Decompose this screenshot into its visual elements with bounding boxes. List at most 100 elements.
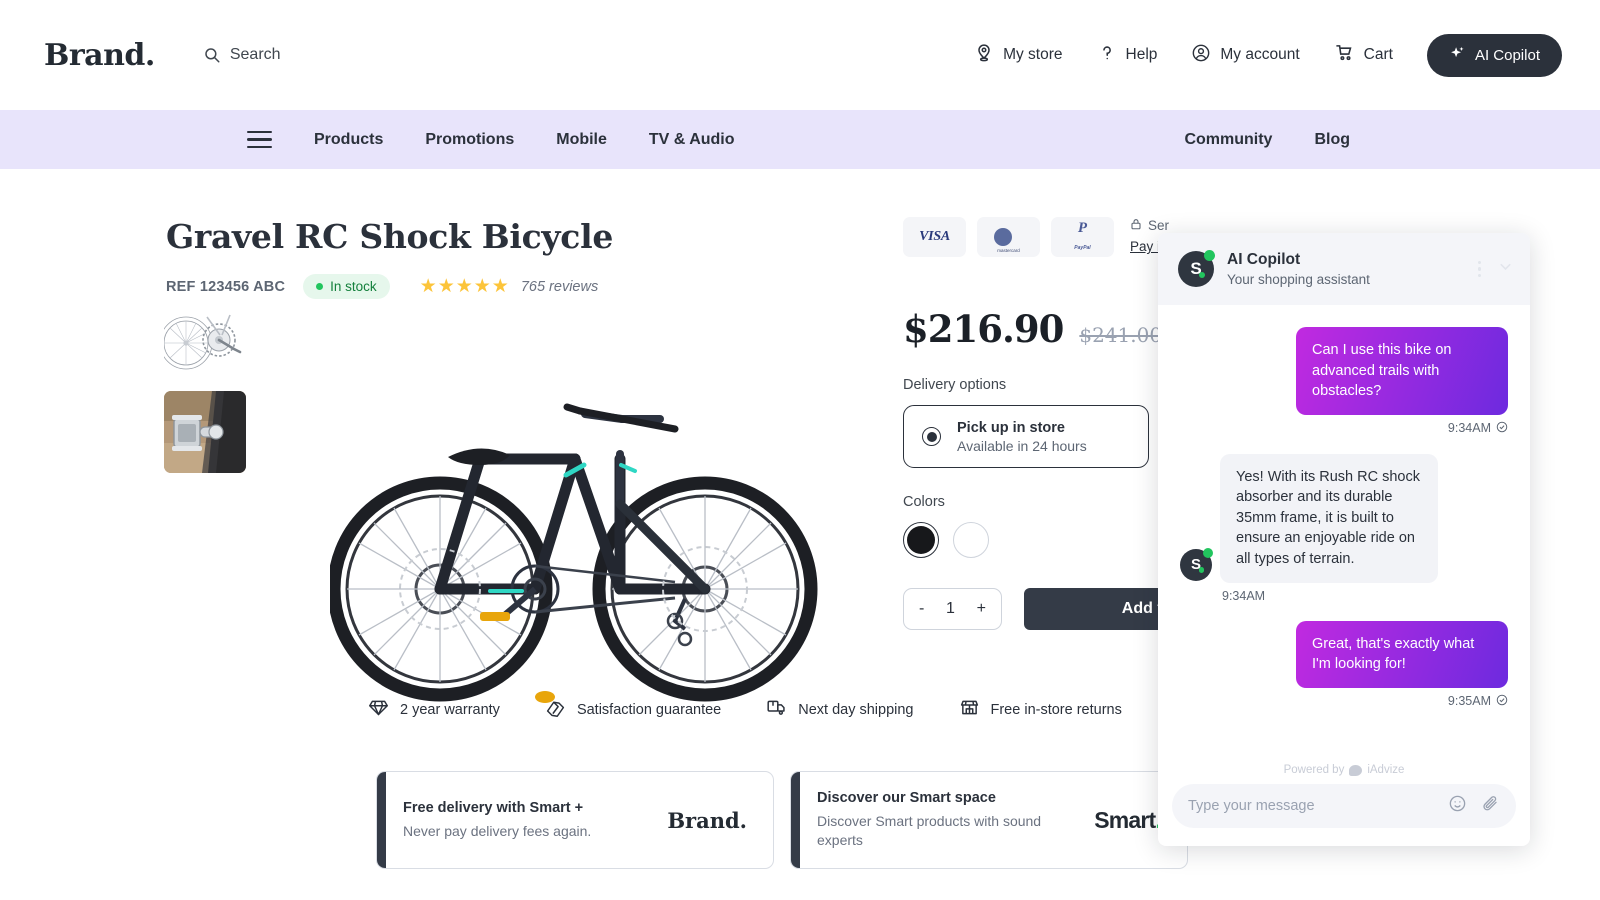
delivery-option-pickup[interactable]: Pick up in store Available in 24 hours [903,405,1149,468]
header-link-my-account[interactable]: My account [1191,43,1300,68]
status-badge-label: In stock [330,279,377,294]
nav-item-blog[interactable]: Blog [1314,131,1350,149]
chat-input-placeholder: Type your message [1188,798,1315,814]
sparkle-icon [1449,45,1466,66]
thumbnail-pedal[interactable] [164,391,246,473]
ai-copilot-button[interactable]: AI Copilot [1426,33,1562,77]
nav-item-products[interactable]: Products [314,131,383,149]
promo-brand-name: Smart [1094,806,1156,833]
quantity-increase-button[interactable]: + [977,600,986,618]
chevron-down-icon[interactable] [1497,258,1514,280]
feature-warranty: 2 year warranty [368,697,500,722]
header-link-label: Help [1125,46,1158,63]
chat-bubble: Great, that's exactly what I'm looking f… [1296,620,1508,688]
thumbnail-drivetrain[interactable] [164,309,246,377]
header-link-label: My account [1220,46,1300,63]
chat-bubble: Can I use this bike on advanced trails w… [1296,327,1508,415]
hamburger-menu-icon[interactable] [247,130,272,149]
nav-item-tv-audio[interactable]: TV & Audio [649,131,735,149]
secure-payment-label: Ser [1148,218,1170,233]
quantity-decrease-button[interactable]: - [919,600,924,618]
delivery-option-subtitle: Available in 24 hours [957,437,1087,454]
ai-copilot-label: AI Copilot [1474,46,1540,64]
question-mark-icon [1097,43,1117,68]
read-receipt-icon [1496,421,1508,436]
read-receipt-icon [1496,694,1508,709]
chat-timestamp-label: 9:34AM [1222,588,1266,603]
online-dot-icon [1204,250,1215,261]
promo-brand-logo: Brand. [667,807,747,833]
nav-item-community[interactable]: Community [1184,131,1272,149]
nav-item-promotions[interactable]: Promotions [425,131,514,149]
page-title: Gravel RC Shock Bicycle [166,217,614,256]
chat-subtitle: Your shopping assistant [1227,272,1370,287]
header-link-label: Cart [1363,46,1393,63]
delivery-option-title: Pick up in store [957,419,1065,436]
thumbs-up-icon [545,697,566,722]
rating[interactable]: ★★★★★ 765 reviews [420,275,599,298]
location-pin-icon [974,43,994,68]
header-link-help[interactable]: Help [1097,43,1158,68]
online-dot-icon [1203,547,1213,558]
chat-timestamp: 9:35AM [1180,694,1508,709]
powered-by: Powered by iAdvize [1158,764,1530,784]
header-link-label: My store [1003,46,1063,63]
chat-input-area: Type your message [1158,784,1530,846]
avatar: S [1180,547,1213,581]
search-icon [203,46,221,64]
current-price: $216.90 [903,307,1064,351]
paypal-label: PayPal [1074,244,1091,251]
quantity-stepper[interactable]: - 1 + [903,588,1002,630]
emoji-icon[interactable] [1448,794,1467,818]
diamond-icon [368,697,389,722]
site-header: Brand. Search My store Help My account C… [0,0,1600,110]
feature-satisfaction: Satisfaction guarantee [545,697,721,722]
storefront-icon [959,697,980,722]
feature-label: Satisfaction guarantee [576,701,722,718]
nav-item-mobile[interactable]: Mobile [556,131,607,149]
chat-bubble: Yes! With its Rush RC shock absorber and… [1220,453,1438,583]
avatar: S [1178,250,1215,287]
product-reference: REF 123456 ABC [166,278,286,295]
chat-message-bot: S Yes! With its Rush RC shock absorber a… [1180,453,1508,583]
feature-label: Free in-store returns [990,701,1122,718]
header-link-my-store[interactable]: My store [974,43,1063,68]
chat-menu-icon[interactable] [1477,260,1481,278]
promo-card-smart-space[interactable]: Discover our Smart space Discover Smart … [790,771,1188,869]
header-actions: My store Help My account Cart AI Copilot [974,33,1562,77]
chat-timestamp: 9:34AM [1222,589,1508,603]
brand-logo[interactable]: Brand. [44,38,155,73]
nav-links: Products Promotions Mobile TV & Audio [314,131,735,149]
original-price: $241.00 [1079,323,1163,347]
nav-links-secondary: Community Blog [1184,131,1350,149]
chat-timestamp-label: 9:34AM [1447,421,1491,436]
chat-message-input[interactable]: Type your message [1172,784,1516,828]
promo-accent-bar [377,772,386,868]
accent-dot-icon [1198,567,1204,573]
header-link-cart[interactable]: Cart [1334,42,1393,68]
user-circle-icon [1191,43,1211,68]
product-image[interactable] [327,299,830,729]
promo-card-smart-delivery[interactable]: Free delivery with Smart + Never pay del… [376,771,774,869]
feature-returns: Free in-store returns [959,697,1122,722]
promo-title: Free delivery with Smart + [403,799,584,816]
mastercard-label: mastercard [997,248,1020,253]
visa-label: VISA [919,229,950,244]
feature-label: Next day shipping [798,701,914,718]
product-meta: REF 123456 ABC In stock ★★★★★ 765 review… [166,274,598,299]
color-swatch-black[interactable] [903,522,939,558]
payment-methods: VISA mastercard P PayPal [903,217,1114,257]
chat-timestamp-label: 9:35AM [1447,694,1491,709]
status-badge: In stock [303,274,390,299]
accent-dot-icon [1199,272,1205,278]
iadvize-bubble-icon [1349,764,1363,776]
powered-by-brand: iAdvize [1367,764,1405,776]
promo-accent-bar [791,772,800,868]
radio-button-icon[interactable] [922,427,941,446]
main-navigation: Products Promotions Mobile TV & Audio Co… [0,110,1600,169]
color-swatch-white[interactable] [953,522,989,558]
promo-subtitle: Discover Smart products with sound exper… [817,813,1042,848]
attachment-icon[interactable] [1481,794,1500,818]
thumbnail-list [164,309,248,487]
search-input[interactable]: Search [203,46,281,64]
